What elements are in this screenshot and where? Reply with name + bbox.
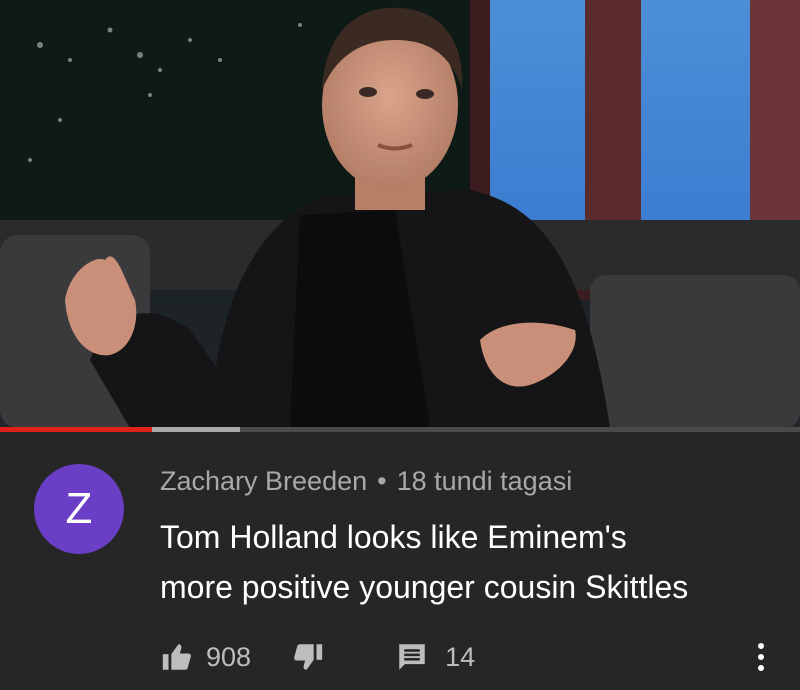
reply-count: 14 bbox=[445, 641, 476, 672]
thumb-down-icon[interactable] bbox=[291, 640, 325, 674]
more-dot bbox=[758, 643, 764, 649]
comment-actions: 908 14 bbox=[160, 637, 475, 677]
comment-text-line: more positive younger cousin Skittles bbox=[160, 569, 689, 605]
reply-button[interactable]: 14 bbox=[395, 640, 475, 674]
comment-author[interactable]: Zachary Breeden bbox=[160, 466, 367, 496]
thumb-up-icon[interactable] bbox=[160, 640, 194, 674]
comment-text-line: Tom Holland looks like Eminem's bbox=[160, 519, 627, 555]
avatar-initial: Z bbox=[65, 484, 93, 533]
comment-text: Tom Holland looks like Eminem's more pos… bbox=[160, 512, 780, 612]
video-player[interactable] bbox=[0, 0, 800, 428]
comment: Z Zachary Breeden • 18 tundi tagasi Tom Ho… bbox=[0, 432, 800, 690]
comment-screenshot: Z Zachary Breeden • 18 tundi tagasi Tom Ho… bbox=[0, 0, 800, 690]
meta-separator: • bbox=[377, 466, 387, 496]
video-frame-image bbox=[0, 0, 800, 428]
more-vertical-icon[interactable] bbox=[746, 637, 776, 677]
comment-time: 18 tundi tagasi bbox=[396, 466, 573, 496]
comment-meta: Zachary Breeden • 18 tundi tagasi bbox=[160, 466, 572, 497]
more-dot bbox=[758, 654, 764, 660]
more-dot bbox=[758, 665, 764, 671]
avatar[interactable]: Z bbox=[34, 464, 124, 554]
like-count: 908 bbox=[206, 641, 252, 672]
comment-icon bbox=[395, 640, 429, 674]
